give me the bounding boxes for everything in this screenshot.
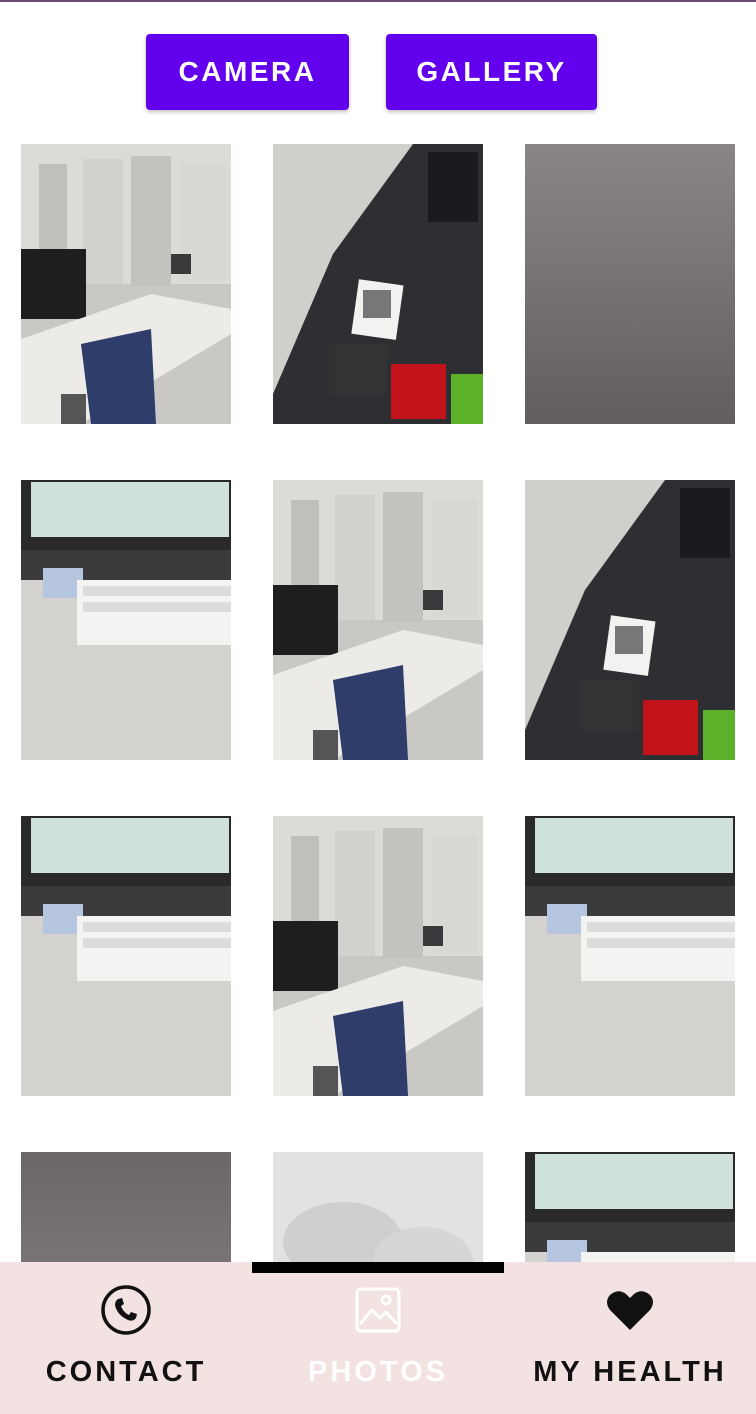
photo-thumbnail[interactable] — [273, 480, 483, 760]
photo-thumbnail[interactable] — [525, 144, 735, 424]
image-icon — [355, 1287, 401, 1333]
photo-thumbnail[interactable] — [525, 1152, 735, 1262]
photo-thumbnail[interactable] — [525, 480, 735, 760]
nav-label-my-health: MY HEALTH — [533, 1356, 727, 1388]
nav-item-my-health[interactable]: MY HEALTH — [504, 1262, 756, 1414]
photo-grid — [0, 144, 756, 1262]
photo-thumbnail[interactable] — [21, 480, 231, 760]
nav-item-contact[interactable]: CONTACT — [0, 1262, 252, 1414]
nav-label-contact: CONTACT — [45, 1356, 207, 1388]
gallery-button[interactable]: GALLERY — [386, 34, 597, 110]
photo-thumbnail[interactable] — [525, 816, 735, 1096]
nav-item-photos[interactable]: PHOTOS — [252, 1262, 504, 1414]
photo-thumbnail[interactable] — [273, 1152, 483, 1262]
photo-thumbnail[interactable] — [273, 816, 483, 1096]
status-divider — [0, 0, 756, 2]
nav-label-photos: PHOTOS — [308, 1356, 448, 1388]
photo-thumbnail[interactable] — [21, 816, 231, 1096]
camera-button[interactable]: CAMERA — [146, 34, 349, 110]
phone-icon — [101, 1285, 151, 1335]
photo-thumbnail[interactable] — [21, 144, 231, 424]
photo-thumbnail[interactable] — [21, 1152, 231, 1262]
heart-icon — [607, 1291, 653, 1330]
bottom-navigation: CONTACT PHOTOS MY HEALTH — [0, 1262, 756, 1414]
photo-thumbnail[interactable] — [273, 144, 483, 424]
